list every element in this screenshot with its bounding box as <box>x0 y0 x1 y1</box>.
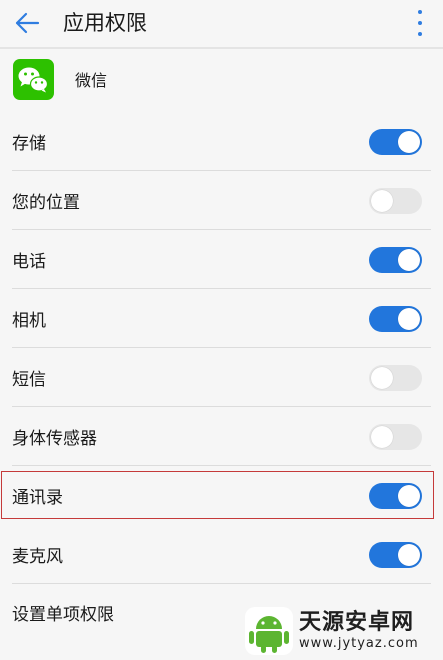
permission-toggle[interactable] <box>369 306 422 332</box>
permission-toggle[interactable] <box>369 424 422 450</box>
permission-label: 身体传感器 <box>12 429 97 449</box>
header-divider <box>0 47 443 49</box>
permission-row[interactable]: 麦克风 <box>0 525 443 584</box>
permission-row[interactable]: 短信 <box>0 348 443 407</box>
page-title: 应用权限 <box>63 11 147 35</box>
app-bar: 应用权限 <box>0 0 443 46</box>
wechat-icon <box>13 59 54 100</box>
permission-label: 电话 <box>12 252 46 272</box>
permission-toggle[interactable] <box>369 542 422 568</box>
permission-toggle[interactable] <box>369 483 422 509</box>
toggle-knob <box>371 367 393 389</box>
toggle-knob <box>398 249 420 271</box>
toggle-knob <box>371 426 393 448</box>
permission-row[interactable]: 电话 <box>0 230 443 289</box>
permission-label: 您的位置 <box>12 193 80 213</box>
toggle-knob <box>398 544 420 566</box>
permission-label: 存储 <box>12 134 46 154</box>
more-vertical-icon[interactable] <box>411 8 429 38</box>
permission-label: 相机 <box>12 311 46 331</box>
watermark: 天源安卓网 www.jytyaz.com <box>243 604 439 658</box>
permission-toggle[interactable] <box>369 188 422 214</box>
permission-row[interactable]: 相机 <box>0 289 443 348</box>
permission-toggle[interactable] <box>369 129 422 155</box>
permission-row[interactable]: 身体传感器 <box>0 407 443 466</box>
settings-link-label: 设置单项权限 <box>12 605 114 625</box>
watermark-url: www.jytyaz.com <box>299 636 419 651</box>
permission-toggle[interactable] <box>369 365 422 391</box>
toggle-knob <box>398 485 420 507</box>
permission-row[interactable]: 您的位置 <box>0 171 443 230</box>
app-info-row: 微信 <box>0 51 443 109</box>
permission-label: 通讯录 <box>12 488 63 508</box>
app-name: 微信 <box>75 71 108 90</box>
android-logo-icon <box>245 607 293 655</box>
permission-label: 麦克风 <box>12 547 63 567</box>
toggle-knob <box>398 131 420 153</box>
permission-label: 短信 <box>12 370 46 390</box>
permission-row[interactable]: 存储 <box>0 112 443 171</box>
back-button[interactable] <box>10 6 44 40</box>
toggle-knob <box>371 190 393 212</box>
toggle-knob <box>398 308 420 330</box>
arrow-left-icon <box>15 12 40 34</box>
permission-row[interactable]: 通讯录 <box>0 466 443 525</box>
watermark-name: 天源安卓网 <box>299 610 415 635</box>
permission-toggle[interactable] <box>369 247 422 273</box>
